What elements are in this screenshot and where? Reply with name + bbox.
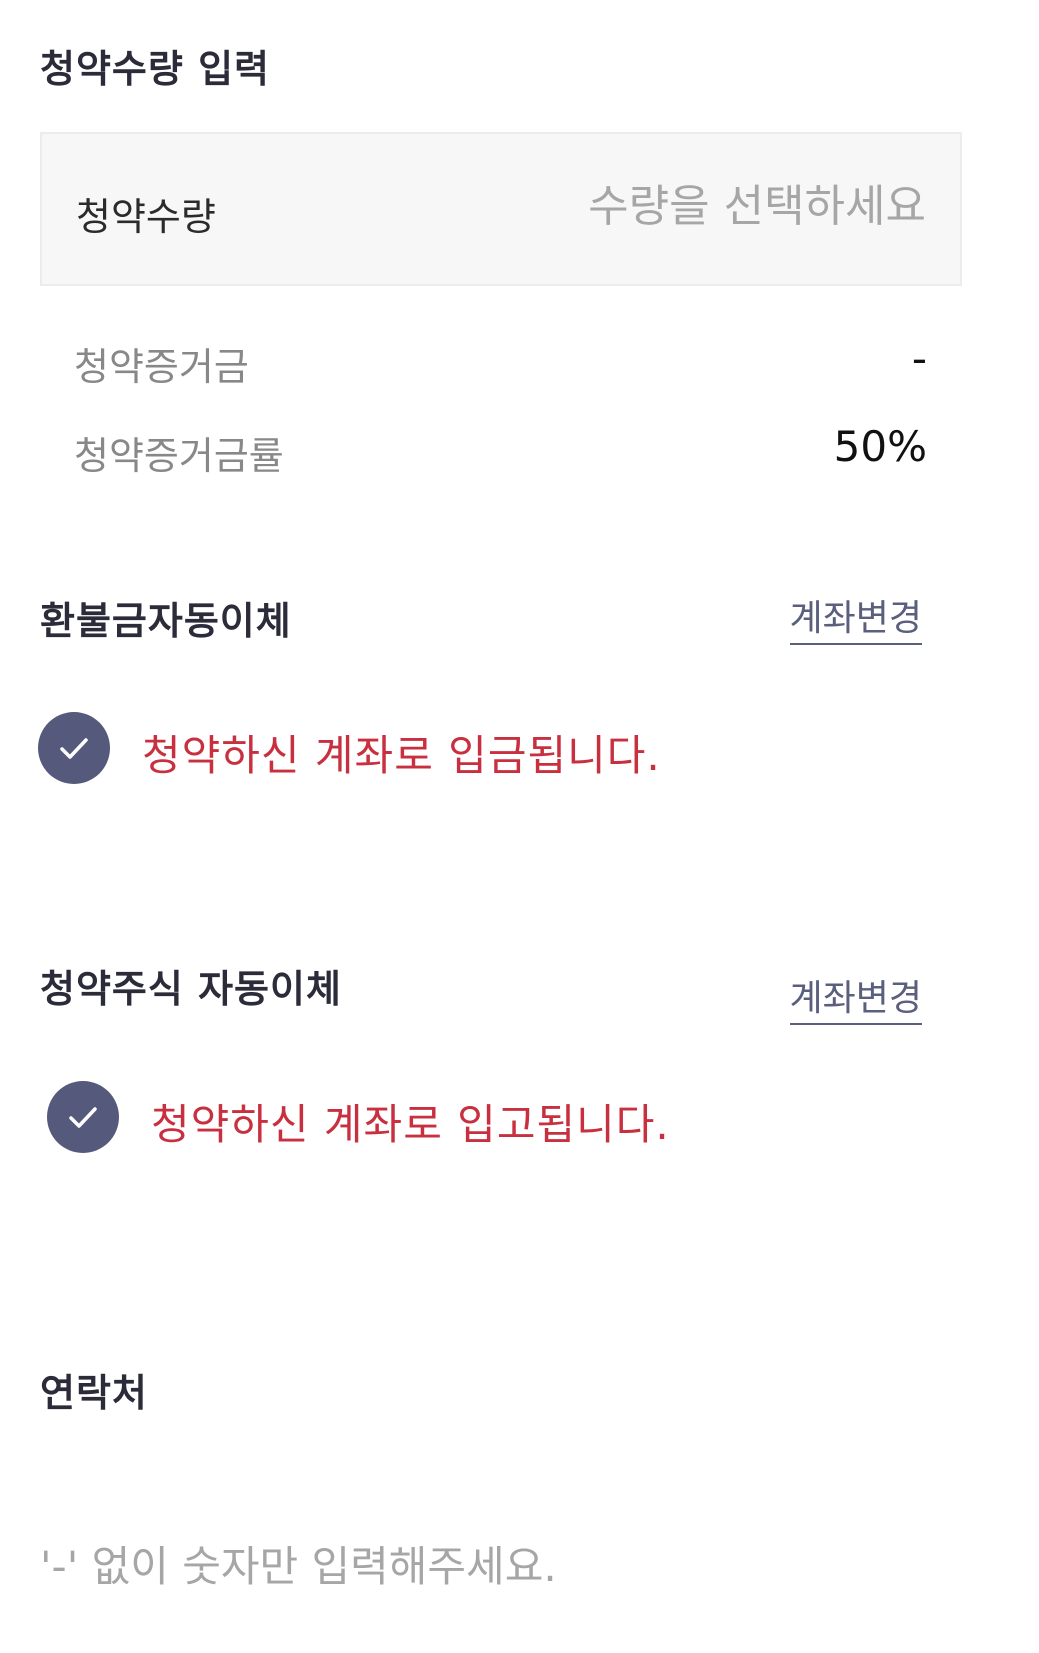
deposit-label: 청약증거금 xyxy=(74,345,249,389)
check-icon xyxy=(60,738,88,759)
deposit-rate-label: 청약증거금률 xyxy=(74,434,284,478)
stock-transfer-title: 청약주식 자동이체 xyxy=(40,967,342,1011)
quantity-section-title: 청약수량 입력 xyxy=(40,47,270,91)
deposit-rate-value: 50% xyxy=(833,422,927,471)
refund-notice-text: 청약하신 계좌로 입금됩니다. xyxy=(142,731,661,780)
contact-phone-input[interactable] xyxy=(40,1530,960,1602)
stock-notice-text: 청약하신 계좌로 입고됩니다. xyxy=(151,1100,670,1149)
quantity-field-box[interactable]: 청약수량 xyxy=(40,132,962,286)
stock-change-account-link[interactable]: 계좌변경 xyxy=(789,969,922,1025)
check-icon xyxy=(69,1107,97,1128)
contact-title: 연락처 xyxy=(40,1371,148,1415)
deposit-value: - xyxy=(911,334,927,383)
refund-transfer-title: 환불금자동이체 xyxy=(40,599,292,643)
refund-check-toggle[interactable] xyxy=(38,712,110,784)
quantity-field-label: 청약수량 xyxy=(76,195,216,239)
quantity-select-input[interactable] xyxy=(496,174,926,238)
stock-check-toggle[interactable] xyxy=(47,1081,119,1153)
refund-change-account-link[interactable]: 계좌변경 xyxy=(789,589,922,645)
